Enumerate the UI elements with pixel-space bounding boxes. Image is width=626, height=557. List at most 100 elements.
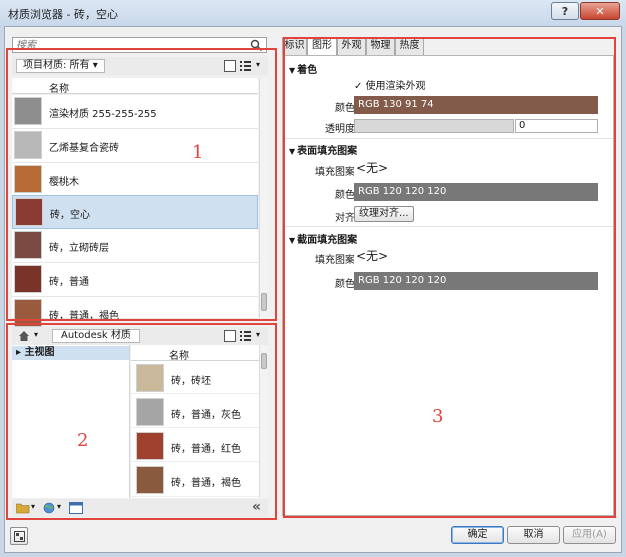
tab-label: 标识 bbox=[284, 40, 305, 51]
panel-icon[interactable] bbox=[69, 502, 83, 514]
tab-physical[interactable]: 物理 bbox=[366, 37, 395, 55]
collapse-triangle-icon[interactable]: ▼ bbox=[289, 66, 295, 75]
chevron-down-icon[interactable]: ▾ bbox=[57, 502, 61, 511]
tab-label: 图形 bbox=[312, 40, 332, 51]
tab-graphics[interactable]: 图形 bbox=[307, 37, 337, 56]
library-list-scrollbar[interactable] bbox=[259, 345, 268, 498]
use-render-appearance-checkbox[interactable]: ✓ 使用渲染外观 bbox=[354, 77, 426, 92]
library-list: 名称 砖，砖坯 砖，普通，灰色 砖，普通，红色 砖，普通，褐色 bbox=[131, 345, 259, 498]
material-name: 渲染材质 255-255-255 bbox=[49, 109, 157, 120]
material-swatch bbox=[14, 231, 42, 259]
material-swatch bbox=[136, 466, 164, 494]
shading-color-swatch[interactable]: RGB 130 91 74 bbox=[354, 96, 598, 114]
list-item[interactable]: 砖，普通，褐色 bbox=[131, 464, 259, 497]
chevron-down-icon[interactable]: ▾ bbox=[256, 60, 260, 69]
tab-appearance[interactable]: 外观 bbox=[337, 37, 366, 55]
material-name: 砖，砖坯 bbox=[171, 376, 211, 387]
chevron-down-icon[interactable]: ▾ bbox=[256, 330, 260, 339]
library-toolbar: ▾ Autodesk 材质 ▾ bbox=[12, 327, 268, 345]
tab-thermal[interactable]: 热度 bbox=[395, 37, 424, 55]
list-options-icon[interactable] bbox=[240, 60, 254, 72]
texture-align-button[interactable]: 纹理对齐... bbox=[354, 206, 414, 222]
material-name: 砖，空心 bbox=[50, 210, 90, 221]
material-name: 砖，普通，褐色 bbox=[171, 478, 241, 489]
material-swatch bbox=[136, 432, 164, 460]
library-breadcrumb[interactable]: Autodesk 材质 bbox=[52, 329, 140, 343]
list-item[interactable]: 砖，普通，褐色 bbox=[12, 297, 258, 327]
section-title: 截面填充图案 bbox=[297, 235, 358, 246]
collapse-icon[interactable]: « bbox=[252, 499, 261, 515]
divider bbox=[283, 138, 613, 139]
material-swatch bbox=[14, 265, 42, 293]
view-toggle-icon[interactable] bbox=[224, 60, 236, 72]
scrollbar-thumb[interactable] bbox=[261, 353, 267, 369]
material-swatch bbox=[14, 165, 42, 193]
tab-label: 物理 bbox=[370, 40, 391, 51]
chevron-down-icon[interactable]: ▾ bbox=[34, 330, 38, 339]
annotation-number-3: 3 bbox=[432, 406, 444, 427]
expand-icon[interactable]: ▸ bbox=[16, 347, 25, 358]
check-icon[interactable]: ✓ bbox=[354, 81, 366, 92]
color-value: RGB 130 91 74 bbox=[358, 99, 434, 110]
material-swatch bbox=[136, 398, 164, 426]
surface-color-label: 颜色 bbox=[335, 190, 355, 201]
globe-icon[interactable] bbox=[43, 502, 55, 514]
cancel-button[interactable]: 取消 bbox=[507, 526, 560, 544]
ok-button[interactable]: 确定 bbox=[451, 526, 504, 544]
filter-label: 项目材质: 所有 bbox=[23, 60, 90, 71]
project-materials-filter[interactable]: 项目材质: 所有 ▾ bbox=[16, 59, 105, 73]
cut-color-swatch[interactable]: RGB 120 120 120 bbox=[354, 272, 598, 290]
list-options-icon[interactable] bbox=[240, 330, 254, 342]
shading-color-label: 颜色 bbox=[335, 103, 355, 114]
list-item[interactable]: 砖，空心 bbox=[12, 195, 258, 229]
cut-pattern-value[interactable]: <无> bbox=[354, 247, 598, 265]
section-shading-header[interactable]: ▼ 着色 bbox=[289, 61, 317, 76]
section-cut-header[interactable]: ▼ 截面填充图案 bbox=[289, 231, 357, 246]
material-name: 砖，普通 bbox=[49, 277, 89, 288]
view-toggle-icon[interactable] bbox=[224, 330, 236, 342]
library-tree: ▸ 主视图 bbox=[12, 345, 130, 498]
collapse-triangle-icon[interactable]: ▼ bbox=[289, 147, 295, 156]
checkbox-label: 使用渲染外观 bbox=[365, 81, 426, 92]
color-value: RGB 120 120 120 bbox=[358, 275, 447, 286]
list-item[interactable]: 砖，普通 bbox=[12, 263, 258, 297]
home-icon[interactable] bbox=[18, 330, 30, 342]
tab-identity[interactable]: 标识 bbox=[282, 37, 307, 55]
help-button[interactable]: ? bbox=[551, 2, 579, 20]
tab-label: 外观 bbox=[341, 40, 362, 51]
list-item[interactable]: 乙烯基复合瓷砖 bbox=[12, 129, 258, 163]
list-item[interactable]: 渲染材质 255-255-255 bbox=[12, 95, 258, 129]
search-input[interactable] bbox=[13, 38, 241, 52]
surface-pattern-value[interactable]: <无> bbox=[354, 159, 598, 177]
project-list-scrollbar[interactable] bbox=[259, 78, 268, 318]
help-icon: ? bbox=[561, 4, 569, 18]
chevron-down-icon[interactable]: ▾ bbox=[31, 502, 35, 511]
search-icon[interactable] bbox=[250, 39, 263, 52]
material-name: 砖，普通，红色 bbox=[171, 444, 241, 455]
surface-color-swatch[interactable]: RGB 120 120 120 bbox=[354, 183, 598, 201]
list-item[interactable]: 砖，普通，灰色 bbox=[131, 396, 259, 428]
apply-button[interactable]: 应用(A) bbox=[563, 526, 616, 544]
cut-pattern-label: 填充图案 bbox=[315, 255, 355, 266]
transparency-slider[interactable] bbox=[354, 119, 514, 133]
library-panel-icon bbox=[14, 531, 25, 542]
list-item[interactable]: 砖，普通，红色 bbox=[131, 430, 259, 462]
material-name: 乙烯基复合瓷砖 bbox=[49, 143, 119, 154]
annotation-number-1: 1 bbox=[192, 142, 204, 163]
scrollbar-thumb[interactable] bbox=[261, 293, 267, 311]
close-button[interactable]: ✕ bbox=[580, 2, 620, 20]
tree-item-home[interactable]: ▸ 主视图 bbox=[12, 346, 129, 360]
list-item[interactable]: 砖，砖坯 bbox=[131, 362, 259, 394]
section-surface-header[interactable]: ▼ 表面填充图案 bbox=[289, 142, 357, 157]
material-swatch bbox=[14, 97, 42, 125]
list-item[interactable]: 樱桃木 bbox=[12, 163, 258, 197]
folder-icon[interactable] bbox=[16, 502, 30, 514]
list-item[interactable]: 砖，立砌砖层 bbox=[12, 229, 258, 263]
material-name: 砖，普通，褐色 bbox=[49, 311, 119, 322]
collapse-triangle-icon[interactable]: ▼ bbox=[289, 236, 295, 245]
window-title: 材质浏览器 - 砖，空心 bbox=[8, 8, 118, 21]
transparency-value[interactable]: 0 bbox=[515, 119, 598, 133]
search-box[interactable] bbox=[12, 37, 267, 53]
options-button[interactable] bbox=[10, 527, 28, 545]
material-name: 樱桃木 bbox=[49, 177, 79, 188]
